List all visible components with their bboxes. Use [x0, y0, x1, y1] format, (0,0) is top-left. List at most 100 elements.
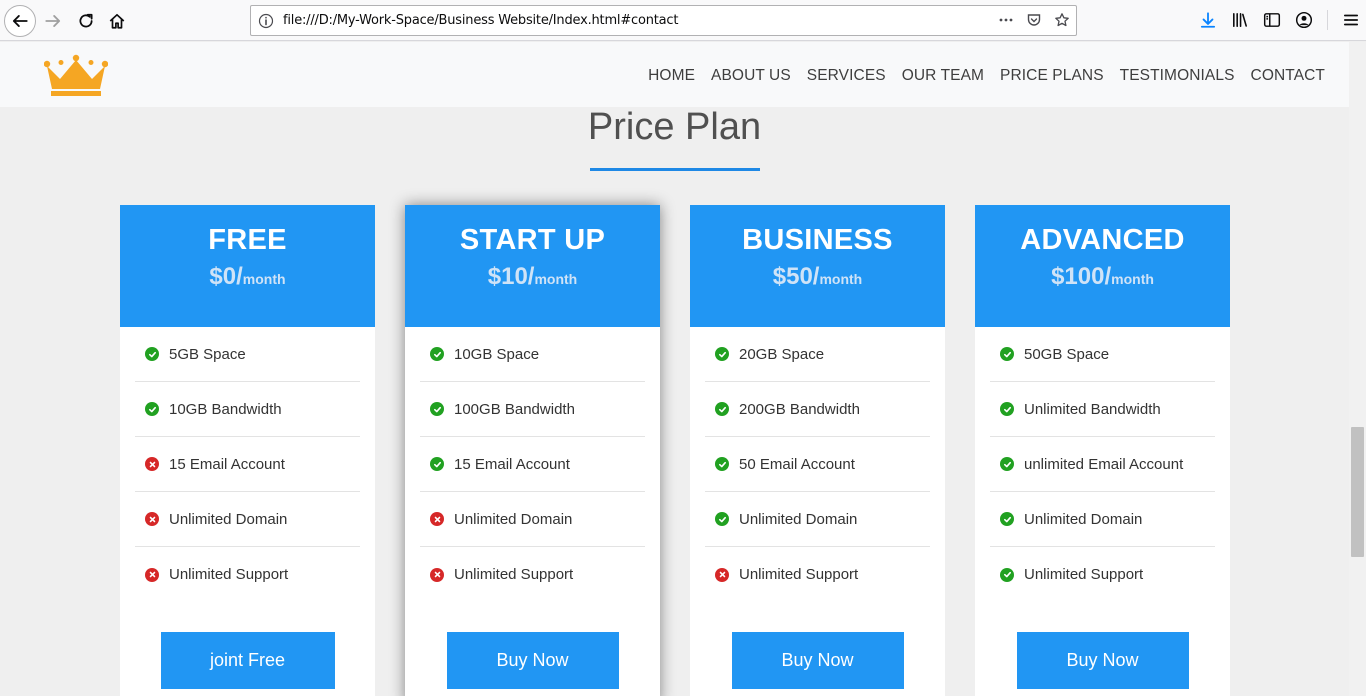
feature-item: Unlimited Domain [420, 492, 645, 547]
plan-price: $0/month [120, 263, 375, 291]
hamburger-menu-icon[interactable] [1342, 11, 1360, 29]
feature-text: unlimited Email Account [1024, 455, 1184, 473]
price-card-advanced: ADVANCED $100/month 50GB Space Unlimited Ba… [975, 205, 1230, 696]
nav-testimonials[interactable]: TESTIMONIALS [1120, 67, 1235, 85]
title-underline [590, 168, 760, 171]
buy-now-button[interactable]: Buy Now [1016, 632, 1189, 689]
cross-circle-icon [430, 512, 444, 526]
sidebar-icon[interactable] [1263, 11, 1281, 29]
reload-icon [79, 13, 93, 28]
feature-item: 100GB Bandwidth [420, 382, 645, 437]
feature-item: Unlimited Support [420, 547, 645, 602]
section-title: Price Plan [587, 106, 762, 148]
cross-circle-icon [715, 567, 729, 582]
url-text[interactable]: file:///D:/My-Work-Space/Business Websit… [283, 13, 678, 28]
feature-text: Unlimited Support [1024, 566, 1144, 583]
main-nav: HOME ABOUT US SERVICES OUR TEAM PRICE PL… [648, 67, 1325, 85]
price-amount: $100/ [1051, 263, 1112, 290]
feature-item: 50 Email Account [705, 437, 930, 492]
page-scrollbar[interactable] [1349, 42, 1366, 696]
feature-list: 50GB Space Unlimited Bandwidth unlimited E… [990, 327, 1215, 602]
feature-item: 10GB Space [420, 327, 645, 382]
plan-price: $10/month [405, 263, 660, 291]
feature-text: Unlimited Support [739, 566, 859, 583]
price-card-business: BUSINESS $50/month 20GB Space 200GB Bandwid… [690, 205, 945, 696]
cross-circle-icon [145, 567, 159, 582]
more-actions-icon[interactable] [998, 12, 1014, 28]
feature-text: Unlimited Domain [454, 510, 573, 528]
plan-name: FREE [208, 224, 287, 256]
check-circle-icon [715, 457, 729, 471]
card-header: FREE $0/month [120, 205, 375, 327]
check-circle-icon [430, 347, 444, 361]
check-circle-icon [715, 402, 729, 416]
cross-circle-icon [430, 567, 444, 582]
feature-item: Unlimited Domain [135, 492, 360, 547]
price-period: month [1111, 271, 1154, 287]
feature-text: Unlimited Domain [1024, 510, 1143, 528]
feature-item: unlimited Email Account [990, 437, 1215, 492]
join-free-button[interactable]: joint Free [160, 632, 335, 689]
crown-logo-icon[interactable] [44, 54, 108, 96]
info-icon[interactable] [258, 13, 274, 29]
feature-text: 15 Email Account [454, 455, 570, 473]
back-button[interactable] [4, 5, 36, 37]
nav-price-plans[interactable]: PRICE PLANS [1000, 67, 1104, 85]
check-circle-icon [715, 512, 729, 526]
check-circle-icon [1000, 567, 1014, 582]
price-period: month [819, 271, 863, 287]
price-amount: $10/ [487, 263, 535, 290]
feature-text: Unlimited Bandwidth [1024, 400, 1161, 418]
browser-toolbar: file:///D:/My-Work-Space/Business Websit… [0, 0, 1366, 41]
reload-button[interactable] [71, 6, 101, 36]
feature-text: Unlimited Domain [739, 510, 858, 528]
price-period: month [534, 271, 578, 287]
plan-price: $100/month [975, 263, 1230, 291]
buy-now-button[interactable]: Buy Now [446, 632, 619, 689]
forward-button[interactable] [38, 6, 68, 36]
check-circle-icon [715, 347, 729, 361]
feature-text: 20GB Space [739, 345, 825, 363]
pocket-icon[interactable] [1026, 12, 1042, 28]
address-bar[interactable]: file:///D:/My-Work-Space/Business Websit… [250, 5, 1077, 36]
plan-name: START UP [459, 224, 606, 256]
feature-text: 15 Email Account [169, 455, 285, 473]
nav-our-team[interactable]: OUR TEAM [902, 67, 984, 85]
scrollbar-thumb[interactable] [1351, 427, 1364, 557]
price-amount: $0/ [209, 263, 243, 290]
feature-text: Unlimited Domain [169, 510, 288, 528]
feature-item: Unlimited Domain [990, 492, 1215, 547]
nav-services[interactable]: SERVICES [807, 67, 886, 85]
download-icon[interactable] [1199, 11, 1217, 29]
feature-text: Unlimited Support [169, 566, 289, 583]
check-circle-icon [430, 402, 444, 416]
account-icon[interactable] [1295, 11, 1313, 29]
feature-item: 15 Email Account [135, 437, 360, 492]
feature-text: 50 Email Account [739, 455, 855, 473]
home-button[interactable] [102, 6, 132, 36]
feature-list: 10GB Space 100GB Bandwidth 15 Email Accoun… [420, 327, 645, 602]
feature-item: Unlimited Support [990, 547, 1215, 602]
feature-item: 5GB Space [135, 327, 360, 382]
feature-text: 50GB Space [1024, 345, 1110, 363]
feature-item: 15 Email Account [420, 437, 645, 492]
card-header: ADVANCED $100/month [975, 205, 1230, 327]
feature-list: 20GB Space 200GB Bandwidth 50 Email Accoun… [705, 327, 930, 602]
card-header: START UP $10/month [405, 205, 660, 327]
price-card-free: FREE $0/month 5GB Space 10GB Bandwidth 15 Em… [120, 205, 375, 696]
price-card-start-up: START UP $10/month 10GB Space 100GB Bandwid… [405, 205, 660, 696]
bookmark-star-icon[interactable] [1054, 12, 1070, 28]
check-circle-icon [1000, 347, 1014, 361]
library-icon[interactable] [1231, 11, 1249, 29]
cross-circle-icon [145, 512, 159, 526]
nav-about-us[interactable]: ABOUT US [711, 67, 791, 85]
nav-home[interactable]: HOME [648, 67, 695, 85]
check-circle-icon [145, 402, 159, 416]
feature-text: 10GB Bandwidth [169, 400, 282, 418]
feature-text: 10GB Space [454, 345, 540, 363]
buy-now-button[interactable]: Buy Now [731, 632, 904, 689]
price-period: month [242, 271, 286, 287]
nav-contact[interactable]: CONTACT [1251, 67, 1325, 85]
feature-text: 200GB Bandwidth [739, 400, 860, 418]
arrow-right-icon [45, 15, 61, 27]
